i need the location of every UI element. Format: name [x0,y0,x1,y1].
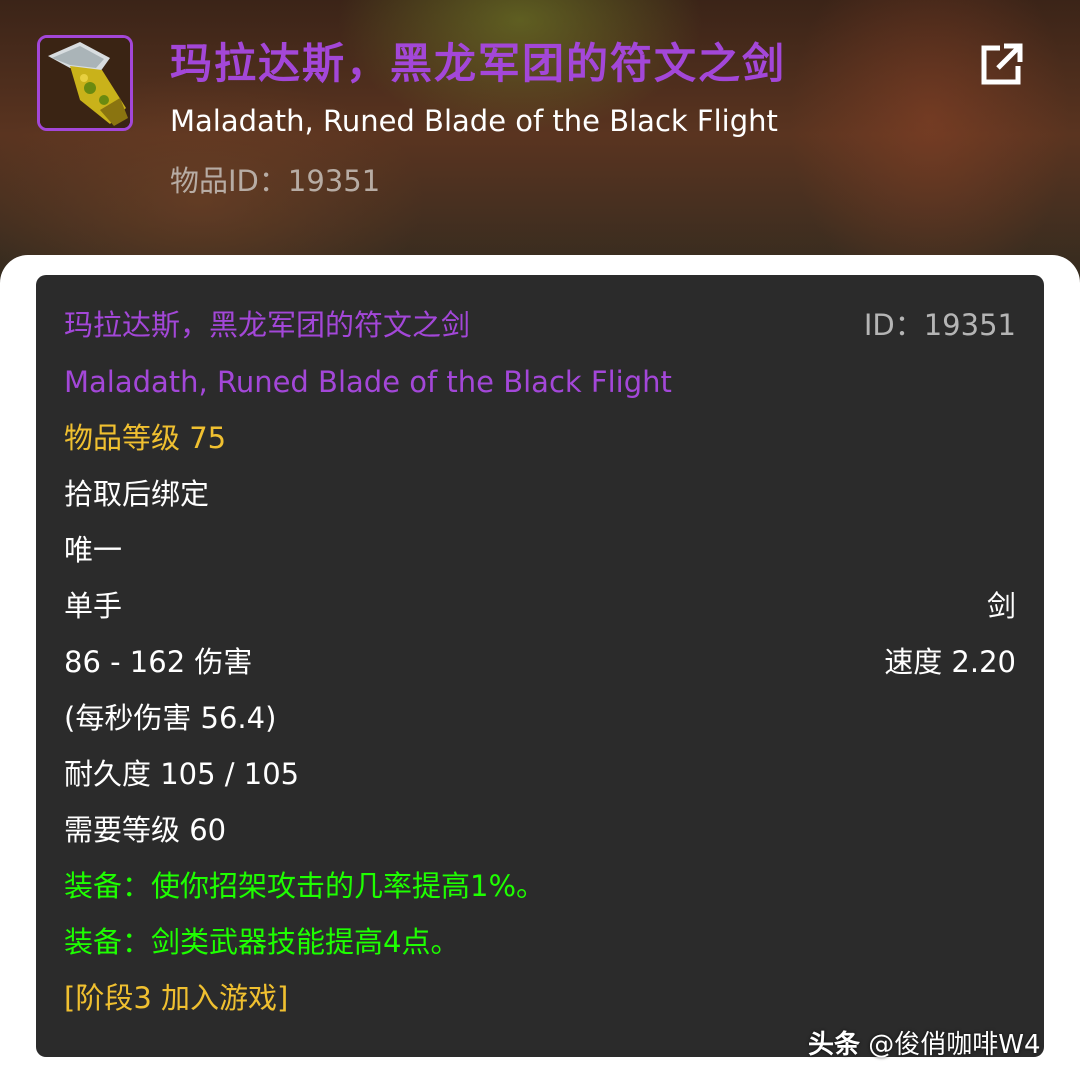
watermark: 头条 @俊俏咖啡W4 [808,1024,1041,1061]
tooltip-damage-row: 86 - 162 伤害 速度 2.20 [64,642,1016,682]
item-id-label: 物品ID： [170,164,288,198]
item-id-line: 物品ID：19351 [170,158,380,200]
item-title-cn: 玛拉达斯，黑龙军团的符文之剑 [170,39,787,88]
tooltip-required-level: 需要等级 60 [64,813,227,847]
tooltip-weapon-type: 剑 [986,589,1016,623]
tooltip-speed: 速度 2.20 [884,645,1016,679]
tooltip-name-cn: 玛拉达斯，黑龙军团的符文之剑 [64,308,471,342]
tooltip-name-en: Maladath, Runed Blade of the Black Fligh… [64,365,672,399]
tooltip-id: ID：19351 [864,305,1016,345]
tooltip-slot: 单手 [64,589,123,623]
watermark-author: @俊俏咖啡W4 [868,1030,1041,1060]
tooltip-slot-row: 单手 剑 [64,586,1016,626]
tooltip-damage: 86 - 162 伤害 [64,645,253,679]
tooltip-phase: [阶段3 加入游戏] [64,981,289,1015]
tooltip-id-value: 19351 [923,308,1016,342]
watermark-brand: 头条 [808,1030,861,1060]
tooltip-item-level: 物品等级 75 [64,421,227,455]
item-id-value: 19351 [287,164,381,198]
item-title-en: Maladath, Runed Blade of the Black Fligh… [170,104,778,138]
sword-item-icon [37,35,133,131]
tooltip-binding: 拾取后绑定 [64,477,210,511]
tooltip-id-label: ID： [863,308,924,342]
tooltip-unique: 唯一 [64,533,123,567]
tooltip-name-cn-row: 玛拉达斯，黑龙军团的符文之剑 ID：19351 [64,305,1016,345]
tooltip-equip-parry: 装备：使你招架攻击的几率提高1%。 [64,869,546,903]
tooltip-durability: 耐久度 105 / 105 [64,757,300,791]
external-link-icon[interactable] [978,40,1026,88]
item-tooltip: 玛拉达斯，黑龙军团的符文之剑 ID：19351 Maladath, Runed … [36,275,1044,1057]
tooltip-equip-sword-skill: 装备：剑类武器技能提高4点。 [64,925,460,959]
tooltip-dps: (每秒伤害 56.4) [64,701,277,735]
